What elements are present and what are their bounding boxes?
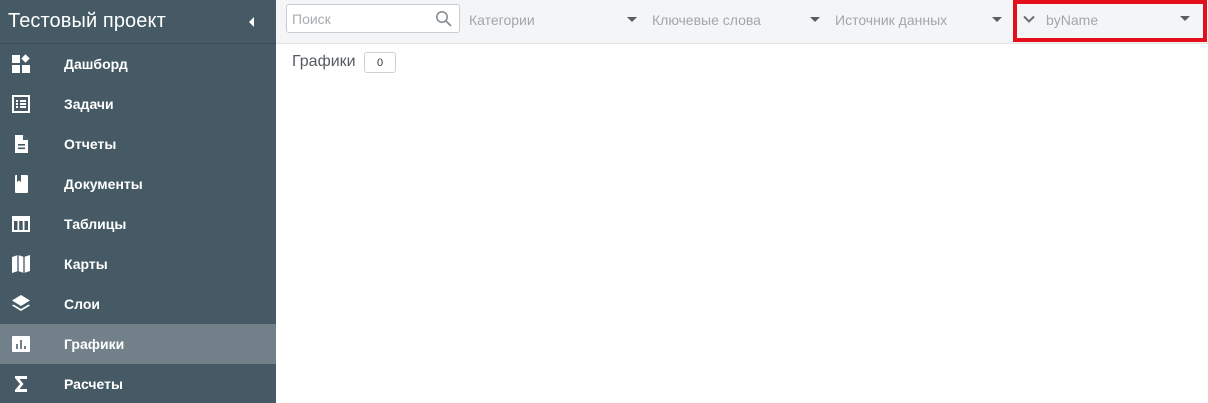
sidebar-item-label: Документы bbox=[64, 176, 143, 192]
sidebar-item-label: Карты bbox=[64, 256, 108, 272]
bar-chart-icon bbox=[0, 334, 64, 354]
sidebar-item-tables[interactable]: Таблицы bbox=[0, 204, 276, 244]
dashboard-icon bbox=[0, 54, 64, 74]
categories-filter-label: Категории bbox=[469, 12, 535, 28]
chevron-down-icon bbox=[992, 17, 1002, 22]
search-box bbox=[286, 4, 460, 33]
book-icon bbox=[0, 174, 64, 194]
count-badge: 0 bbox=[364, 52, 396, 73]
caret-left-icon bbox=[249, 16, 254, 27]
sort-value: byName bbox=[1046, 12, 1099, 28]
chevron-down-icon bbox=[810, 17, 820, 22]
sidebar-item-label: Графики bbox=[64, 336, 125, 352]
keywords-filter-label: Ключевые слова bbox=[652, 12, 761, 28]
chevron-down-icon bbox=[1180, 16, 1190, 21]
sidebar-nav: Дашборд Задачи Отчеты Документы Таблицы … bbox=[0, 44, 276, 403]
sigma-icon bbox=[0, 374, 64, 394]
sidebar-item-label: Слои bbox=[64, 296, 100, 312]
sidebar-collapse-button[interactable] bbox=[240, 10, 264, 34]
layers-icon bbox=[0, 294, 64, 314]
project-title: Тестовый проект bbox=[8, 10, 166, 32]
sidebar-item-calculations[interactable]: Расчеты bbox=[0, 364, 276, 403]
sidebar-item-label: Дашборд bbox=[64, 56, 128, 72]
sidebar: Тестовый проект Дашборд Задачи Отчеты До… bbox=[0, 0, 276, 403]
sidebar-item-maps[interactable]: Карты bbox=[0, 244, 276, 284]
data-source-filter[interactable]: Источник данных bbox=[835, 4, 1007, 36]
sidebar-item-charts[interactable]: Графики bbox=[0, 324, 276, 364]
sidebar-item-label: Задачи bbox=[64, 96, 114, 112]
sidebar-header: Тестовый проект bbox=[0, 0, 276, 44]
sidebar-item-tasks[interactable]: Задачи bbox=[0, 84, 276, 124]
keywords-filter[interactable]: Ключевые слова bbox=[652, 4, 822, 36]
task-list-icon bbox=[0, 94, 64, 114]
sidebar-item-dashboard[interactable]: Дашборд bbox=[0, 44, 276, 84]
sidebar-item-reports[interactable]: Отчеты bbox=[0, 124, 276, 164]
report-icon bbox=[0, 134, 64, 154]
categories-filter[interactable]: Категории bbox=[469, 4, 639, 36]
toolbar: Категории Ключевые слова Источник данных… bbox=[276, 0, 1208, 44]
sidebar-item-label: Отчеты bbox=[64, 136, 117, 152]
chevron-down-icon bbox=[627, 17, 637, 22]
search-icon[interactable] bbox=[435, 10, 453, 28]
sidebar-item-documents[interactable]: Документы bbox=[0, 164, 276, 204]
map-icon bbox=[0, 254, 64, 274]
data-source-filter-label: Источник данных bbox=[835, 12, 948, 28]
sort-select[interactable]: byName bbox=[1013, 0, 1207, 42]
main-content: Графики 0 bbox=[276, 44, 1208, 403]
search-input[interactable] bbox=[287, 5, 432, 32]
app-window: Тестовый проект Дашборд Задачи Отчеты До… bbox=[0, 0, 1208, 403]
page-title: Графики bbox=[292, 53, 356, 70]
sidebar-item-layers[interactable]: Слои bbox=[0, 284, 276, 324]
sort-chevron-icon bbox=[1023, 15, 1035, 23]
sidebar-item-label: Расчеты bbox=[64, 376, 123, 392]
table-icon bbox=[0, 214, 64, 234]
sidebar-item-label: Таблицы bbox=[64, 216, 127, 232]
